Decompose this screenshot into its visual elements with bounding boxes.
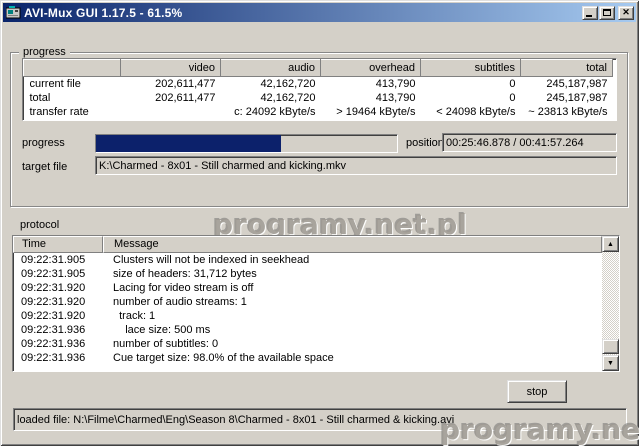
progress-bar-fill <box>96 135 281 152</box>
log-time: 09:22:31.905 <box>13 254 103 266</box>
stats-cell: 0 <box>421 77 521 91</box>
stats-row-current-file: current file 202,611,477 42,162,720 413,… <box>24 77 613 91</box>
stats-row-label: transfer rate <box>24 105 121 119</box>
close-button[interactable]: ✕ <box>618 6 634 20</box>
stats-cell: 202,611,477 <box>121 91 221 105</box>
stats-row-label: current file <box>24 77 121 91</box>
stop-button-label: stop <box>527 386 548 398</box>
stats-cell: > 19464 kByte/s <box>321 105 421 119</box>
log-row[interactable]: 09:22:31.920 Lacing for video stream is … <box>13 281 602 295</box>
log-time: 09:22:31.920 <box>13 296 103 308</box>
scrollbar-thumb[interactable] <box>602 339 619 354</box>
stats-col-total: total <box>521 60 613 77</box>
log-message: track: 1 <box>103 310 602 322</box>
status-text: loaded file: N:\Filme\Charmed\Eng\Season… <box>17 414 454 426</box>
window-title: AVI-Mux GUI 1.17.5 - 61.5% <box>24 6 182 20</box>
log-row[interactable]: 09:22:31.905 size of headers: 31,712 byt… <box>13 267 602 281</box>
log-message: Lacing for video stream is off <box>103 282 602 294</box>
stats-row-label: total <box>24 91 121 105</box>
stats-col-overhead: overhead <box>321 60 421 77</box>
position-field[interactable]: 00:25:46.878 / 00:41:57.264 <box>442 133 617 152</box>
column-header-message[interactable]: Message <box>103 236 602 253</box>
log-time: 09:22:31.920 <box>13 310 103 322</box>
stats-cell: 42,162,720 <box>221 77 321 91</box>
maximize-button[interactable] <box>599 6 615 20</box>
position-label: position: <box>406 137 447 150</box>
log-time: 09:22:31.936 <box>13 352 103 364</box>
status-bar: loaded file: N:\Filme\Charmed\Eng\Season… <box>13 408 627 431</box>
stop-button[interactable]: stop <box>507 380 567 403</box>
app-icon <box>6 5 21 20</box>
log-time: 09:22:31.936 <box>13 324 103 336</box>
window-controls: ✕ <box>581 6 634 20</box>
scroll-up-button[interactable]: ▲ <box>602 236 619 252</box>
log-message: lace size: 500 ms <box>103 324 602 336</box>
log-time: 09:22:31.936 <box>13 338 103 350</box>
stats-header-row: video audio overhead subtitles total <box>24 60 613 77</box>
maximize-icon <box>603 9 611 16</box>
log-message: Clusters will not be indexed in seekhead <box>103 254 602 266</box>
scroll-down-icon: ▼ <box>607 360 614 367</box>
log-time: 09:22:31.920 <box>13 282 103 294</box>
stats-col-audio: audio <box>221 60 321 77</box>
log-message: size of headers: 31,712 bytes <box>103 268 602 280</box>
log-row[interactable]: 09:22:31.920 number of audio streams: 1 <box>13 295 602 309</box>
progress-label: progress <box>22 137 65 150</box>
stats-row-total: total 202,611,477 42,162,720 413,790 0 2… <box>24 91 613 105</box>
target-file-field[interactable]: K:\Charmed - 8x01 - Still charmed and ki… <box>95 156 617 175</box>
stats-cell: 413,790 <box>321 91 421 105</box>
minimize-button[interactable] <box>582 6 598 20</box>
column-header-time[interactable]: Time <box>13 236 103 253</box>
target-file-label: target file <box>22 161 67 174</box>
log-message: number of audio streams: 1 <box>103 296 602 308</box>
protocol-label: protocol <box>20 219 59 232</box>
position-value: 00:25:46.878 / 00:41:57.264 <box>446 137 584 149</box>
stats-cell: c: 24092 kByte/s <box>221 105 321 119</box>
vertical-scrollbar[interactable]: ▲ ▼ <box>602 236 619 371</box>
progress-stats-table: video audio overhead subtitles total cur… <box>22 58 617 121</box>
log-row[interactable]: 09:22:31.936 number of subtitles: 0 <box>13 337 602 351</box>
log-row[interactable]: 09:22:31.936 Cue target size: 98.0% of t… <box>13 351 602 365</box>
minimize-icon <box>586 15 592 17</box>
stats-col-subtitles: subtitles <box>421 60 521 77</box>
protocol-list: Time Message 09:22:31.905 Clusters will … <box>12 235 620 372</box>
stats-col-video: video <box>121 60 221 77</box>
app-window: AVI-Mux GUI 1.17.5 - 61.5% ✕ progress vi… <box>0 0 639 446</box>
stats-cell: 0 <box>421 91 521 105</box>
scroll-down-button[interactable]: ▼ <box>602 355 619 371</box>
log-time: 09:22:31.905 <box>13 268 103 280</box>
log-message: number of subtitles: 0 <box>103 338 602 350</box>
stats-col-empty <box>24 60 121 77</box>
stats-cell: < 24098 kByte/s <box>421 105 521 119</box>
progress-bar <box>95 134 398 153</box>
stats-cell: 42,162,720 <box>221 91 321 105</box>
log-row[interactable]: 09:22:31.920 track: 1 <box>13 309 602 323</box>
protocol-list-body: Time Message 09:22:31.905 Clusters will … <box>13 236 602 371</box>
title-bar[interactable]: AVI-Mux GUI 1.17.5 - 61.5% ✕ <box>3 3 636 22</box>
stats-cell: ~ 23813 kByte/s <box>521 105 613 119</box>
log-row[interactable]: 09:22:31.905 Clusters will not be indexe… <box>13 253 602 267</box>
log-row[interactable]: 09:22:31.936 lace size: 500 ms <box>13 323 602 337</box>
stats-cell: 202,611,477 <box>121 77 221 91</box>
stats-cell: 413,790 <box>321 77 421 91</box>
close-icon: ✕ <box>622 8 630 17</box>
stats-cell <box>121 105 221 119</box>
protocol-list-header: Time Message <box>13 236 602 253</box>
stats-row-transfer-rate: transfer rate c: 24092 kByte/s > 19464 k… <box>24 105 613 119</box>
scroll-up-icon: ▲ <box>607 241 614 248</box>
stats-cell: 245,187,987 <box>521 91 613 105</box>
target-file-value: K:\Charmed - 8x01 - Still charmed and ki… <box>99 160 346 172</box>
log-message: Cue target size: 98.0% of the available … <box>103 352 602 364</box>
stats-cell: 245,187,987 <box>521 77 613 91</box>
